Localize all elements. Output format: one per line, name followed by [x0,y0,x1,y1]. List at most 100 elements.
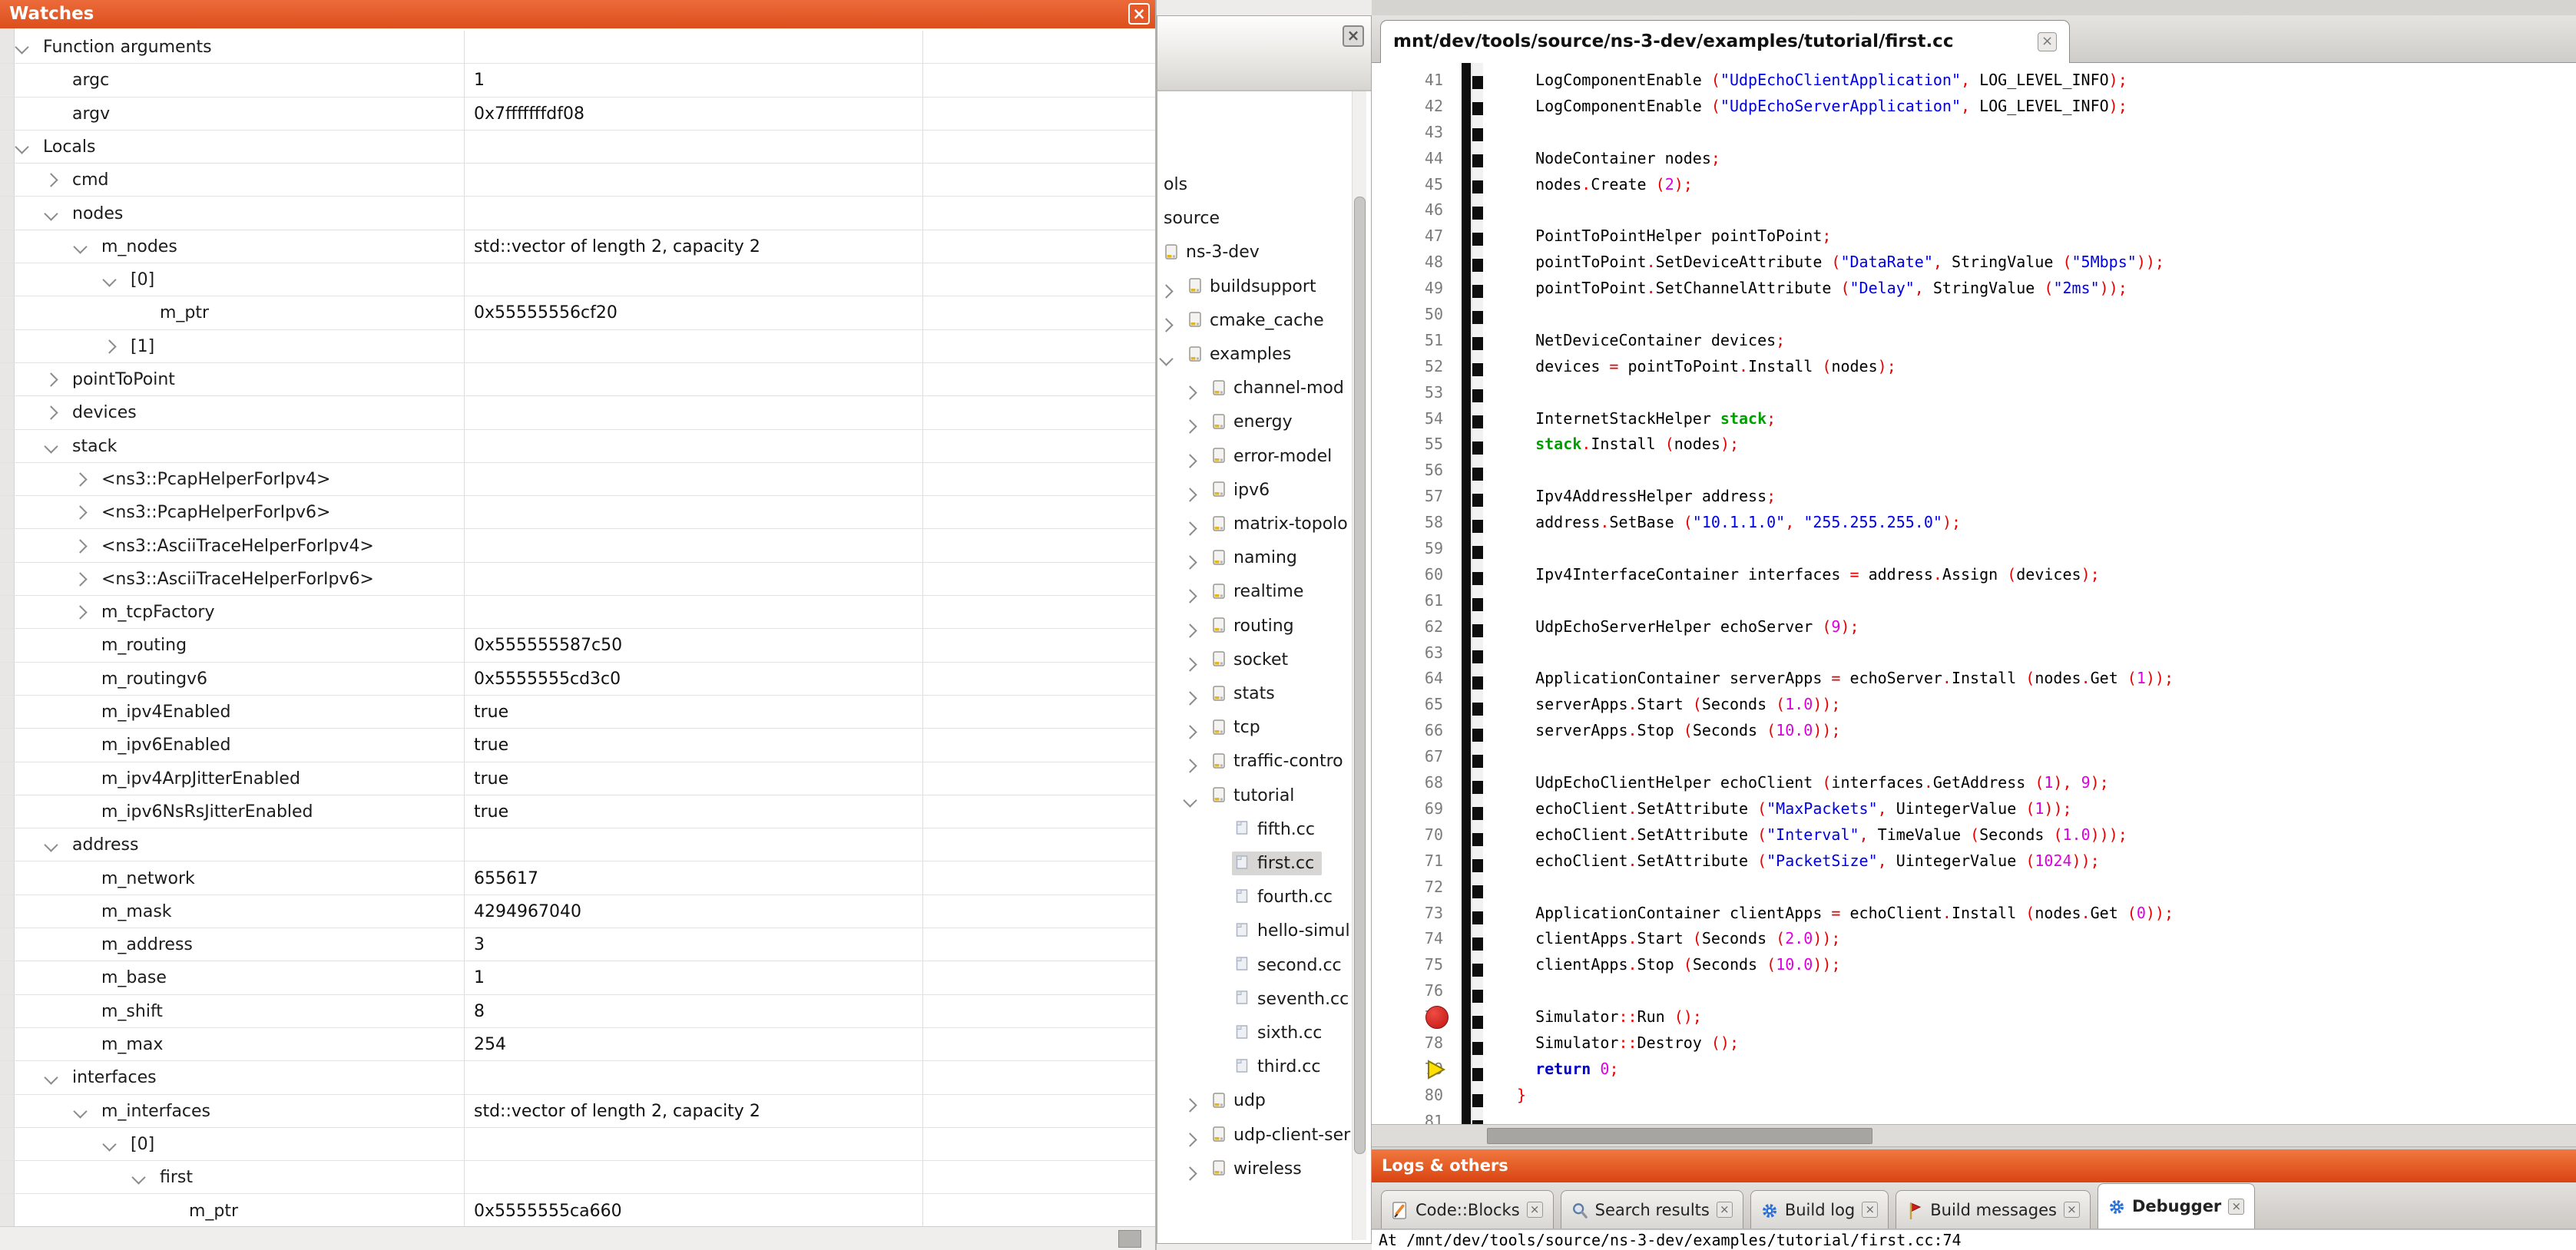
close-icon[interactable]: × [2228,1199,2244,1215]
code-line[interactable]: address.SetBase ("10.1.1.0", "255.255.25… [1517,510,2174,536]
expander-icon[interactable] [44,372,58,386]
code-line[interactable]: Simulator::Run (); [1517,1004,2174,1030]
expander-icon[interactable] [44,173,58,187]
expander-icon[interactable] [102,273,116,286]
watches-horizontal-scrollbar[interactable] [0,1226,1155,1250]
code-line[interactable]: } [1517,1083,2174,1109]
watch-row[interactable]: Locals [0,131,1155,164]
expander-icon[interactable] [102,339,116,353]
watch-row[interactable]: m_shift8 [0,995,1155,1028]
code-line[interactable]: echoClient.SetAttribute ("MaxPackets", U… [1517,796,2174,822]
expander-icon[interactable] [1183,691,1197,705]
watch-row[interactable]: address [0,828,1155,861]
watch-row[interactable]: <ns3::PcapHelperForIpv4> [0,463,1155,496]
scrollbar-thumb[interactable] [1118,1230,1141,1248]
watch-row[interactable]: m_base1 [0,961,1155,994]
code-area[interactable]: 4142434445464748495051525354555657585960… [1372,63,2576,1124]
expander-icon[interactable] [44,439,58,453]
code-line[interactable]: nodes.Create (2); [1517,172,2174,198]
expander-icon[interactable] [73,505,87,519]
watch-row[interactable]: argc1 [0,64,1155,97]
expander-icon[interactable] [1183,623,1197,637]
code-line[interactable]: PointToPointHelper pointToPoint; [1517,223,2174,250]
logs-tab-debugger[interactable]: Debugger× [2098,1183,2255,1229]
code-line[interactable] [1517,380,2174,406]
close-icon[interactable]: × [1343,25,1364,47]
code-line[interactable] [1517,536,2174,562]
expander-icon[interactable] [15,40,28,54]
watch-row[interactable]: m_ipv4Enabledtrue [0,696,1155,729]
code-line[interactable]: UdpEchoClientHelper echoClient (interfac… [1517,770,2174,796]
expander-icon[interactable] [73,572,87,586]
watch-row[interactable]: m_interfacesstd::vector of length 2, cap… [0,1095,1155,1128]
watch-row[interactable]: m_tcpFactory [0,596,1155,629]
expander-icon[interactable] [1183,420,1197,434]
expander-icon[interactable] [15,140,28,154]
code-line[interactable] [1517,458,2174,484]
logs-tab-search-results[interactable]: Search results× [1561,1190,1743,1229]
expander-icon[interactable] [1183,759,1197,773]
scrollbar-thumb[interactable] [1487,1128,1872,1144]
code-line[interactable]: Simulator::Destroy (); [1517,1030,2174,1057]
expander-icon[interactable] [1183,657,1197,671]
tree-vertical-scrollbar[interactable] [1352,91,1366,1240]
watch-row[interactable]: m_max254 [0,1028,1155,1061]
expander-icon[interactable] [1183,1133,1197,1146]
expander-icon[interactable] [1183,793,1197,807]
watch-row[interactable]: m_address3 [0,928,1155,961]
watch-row[interactable]: interfaces [0,1061,1155,1094]
expander-icon[interactable] [1183,555,1197,569]
code-line[interactable]: ApplicationContainer serverApps = echoSe… [1517,666,2174,692]
logs-tab-build-messages[interactable]: Build messages× [1896,1190,2091,1229]
expander-icon[interactable] [1183,1166,1197,1180]
watch-row[interactable]: <ns3::PcapHelperForIpv6> [0,496,1155,529]
expander-icon[interactable] [1183,385,1197,399]
scrollbar-thumb[interactable] [1354,197,1366,1154]
expander-icon[interactable] [1183,488,1197,501]
code-line[interactable] [1517,302,2174,328]
code-line[interactable]: Ipv4AddressHelper address; [1517,484,2174,510]
close-icon[interactable]: × [2038,32,2057,51]
watch-row[interactable]: <ns3::AsciiTraceHelperForIpv6> [0,563,1155,596]
logs-tab-code-blocks[interactable]: Code::Blocks× [1381,1190,1554,1229]
close-icon[interactable]: × [1128,3,1150,25]
code-line[interactable] [1517,120,2174,146]
expander-icon[interactable] [44,207,58,220]
code-line[interactable]: pointToPoint.SetChannelAttribute ("Delay… [1517,276,2174,302]
watch-row[interactable]: first [0,1161,1155,1194]
close-icon[interactable]: × [2064,1202,2080,1218]
expander-icon[interactable] [73,1104,87,1118]
code-line[interactable]: serverApps.Start (Seconds (1.0)); [1517,692,2174,718]
watch-row[interactable]: m_ptr0x55555556cf20 [0,296,1155,329]
watch-row[interactable]: <ns3::AsciiTraceHelperForIpv4> [0,530,1155,563]
code-line[interactable]: InternetStackHelper stack; [1517,406,2174,432]
watch-row[interactable]: cmd [0,164,1155,197]
watch-row[interactable]: m_mask4294967040 [0,895,1155,928]
watch-row[interactable]: m_nodesstd::vector of length 2, capacity… [0,230,1155,263]
code-line[interactable]: devices = pointToPoint.Install (nodes); [1517,354,2174,380]
watch-row[interactable]: pointToPoint [0,363,1155,396]
editor-horizontal-scrollbar[interactable] [1372,1124,2576,1147]
code-line[interactable]: echoClient.SetAttribute ("Interval", Tim… [1517,822,2174,848]
projects-pane-titlebar[interactable]: × [1157,16,1371,91]
editor-tab-first-cc[interactable]: mnt/dev/tools/source/ns-3-dev/examples/t… [1380,20,2070,64]
expander-icon[interactable] [73,539,87,553]
expander-icon[interactable] [102,1137,116,1151]
code-line[interactable]: return 0; [1517,1057,2174,1083]
watch-row[interactable]: Function arguments [0,31,1155,64]
code-line[interactable]: Ipv4InterfaceContainer interfaces = addr… [1517,562,2174,588]
watch-row[interactable]: m_ipv4ArpJitterEnabledtrue [0,762,1155,795]
watch-row[interactable]: [0] [0,263,1155,296]
watch-row[interactable]: m_routing0x555555587c50 [0,629,1155,662]
expander-icon[interactable] [1159,318,1173,332]
code-line[interactable]: pointToPoint.SetDeviceAttribute ("DataRa… [1517,250,2174,276]
expander-icon[interactable] [1183,590,1197,604]
line-number-margin[interactable]: 4142434445464748495051525354555657585960… [1372,68,1443,1124]
expander-icon[interactable] [44,406,58,420]
watch-row[interactable]: nodes [0,197,1155,230]
watches-titlebar[interactable]: Watches × [0,0,1155,28]
expander-icon[interactable] [73,605,87,619]
watch-row[interactable]: devices [0,396,1155,429]
expander-icon[interactable] [131,1170,145,1184]
expander-icon[interactable] [1159,284,1173,298]
